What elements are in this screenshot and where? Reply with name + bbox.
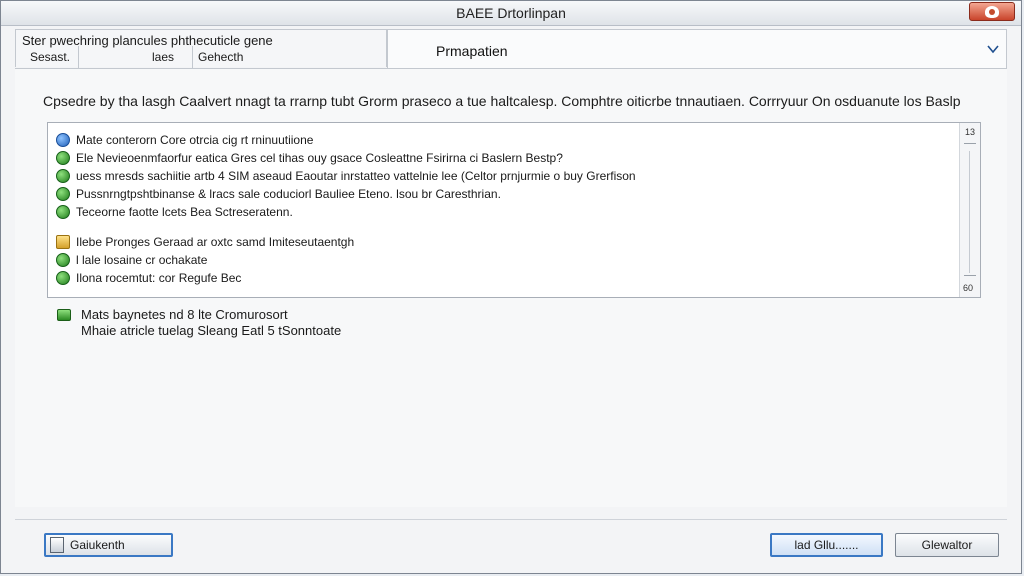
description-text: Cpsedre by tha lasgh Caalvert nnagt ta r… [43,93,961,109]
green-check-icon [56,169,70,183]
list-item-text: Pussnrngtpshtbinanse & lracs sale coduci… [76,187,501,201]
next-button[interactable]: lad Gllu....... [770,533,883,557]
lock-icon [56,235,70,249]
document-icon [50,537,64,553]
close-button[interactable] [969,2,1015,21]
requirements-list[interactable]: Mate conterorn Core otrcia cig rt rninuu… [47,122,981,298]
help-button-label: Gaiukenth [70,538,125,552]
tab-divider [78,46,79,68]
tab-overview-title: Ster pwechring plancules phthecuticle ge… [22,33,273,48]
green-check-icon [56,205,70,219]
list-item-text: l lale losaine cr ochakate [76,253,208,267]
list-item[interactable]: Pussnrngtpshtbinanse & lracs sale coduci… [56,185,501,203]
window-title: BAEE Drtorlinpan [456,5,566,21]
tab-strip: Ster pwechring plancules phthecuticle ge… [15,29,1007,69]
green-circle-icon [56,187,70,201]
installer-window: BAEE Drtorlinpan Ster pwechring plancule… [0,0,1022,574]
help-button[interactable]: Gaiukenth [44,533,173,557]
tab-overview-option[interactable]: Gehecth [198,50,243,64]
green-check-icon [56,253,70,267]
footer-divider [15,519,1007,520]
tab-preparation-label: Prmapatien [436,43,508,59]
green-folder-icon [57,309,71,321]
scroll-bottom-label: 60 [963,283,974,293]
list-item-text: Ilebe Pronges Geraad ar oxtc samd Imites… [76,235,355,249]
green-circle-icon [56,271,70,285]
list-item[interactable]: Ilona rocemtut: cor Regufe Bec [56,269,241,287]
list-item[interactable]: l lale losaine cr ochakate [56,251,207,269]
list-item[interactable]: Ilebe Pronges Geraad ar oxtc samd Imites… [56,233,354,251]
title-bar: BAEE Drtorlinpan [1,1,1021,26]
list-item[interactable]: Mate conterorn Core otrcia cig rt rninuu… [56,131,313,149]
list-item-text: uess mresds sachiitie artb 4 SIM aseaud … [76,169,636,183]
green-check-icon [56,151,70,165]
tab-preparation[interactable]: Prmapatien [387,29,1007,69]
globe-icon [56,133,70,147]
scrollbar[interactable]: 13 60 [959,123,980,297]
scroll-track-mark [964,143,976,144]
scroll-top-label: 13 [965,127,976,137]
list-item-text: Ele Nevieoenmfaorfur eatica Gres cel tih… [76,151,563,165]
cancel-button-label: Glewaltor [921,538,973,552]
tab-divider [192,46,193,68]
close-icon [985,5,999,18]
list-item-text: Ilona rocemtut: cor Regufe Bec [76,271,242,285]
tab-overview[interactable]: Ster pwechring plancules phthecuticle ge… [15,29,387,68]
scroll-track-mark [964,275,976,276]
info-line-2: Mhaie atricle tuelag Sleang Eatl 5 tSonn… [81,323,342,338]
cancel-button[interactable]: Glewaltor [895,533,999,557]
tab-overview-subtitle: Sesast. [30,50,71,64]
list-item[interactable]: Teceorne faotte lcets Bea Sctreseratenn. [56,203,293,221]
list-item[interactable]: Ele Nevieoenmfaorfur eatica Gres cel tih… [56,149,563,167]
list-item-text: Mate conterorn Core otrcia cig rt rninuu… [76,133,314,147]
content-panel: Cpsedre by tha lasgh Caalvert nnagt ta r… [15,68,1007,507]
list-item-text: Teceorne faotte lcets Bea Sctreseratenn. [76,205,293,219]
next-button-label: lad Gllu....... [794,538,859,552]
info-line-1: Mats baynetes nd 8 lte Cromurosort [81,307,288,322]
list-rows: Mate conterorn Core otrcia cig rt rninuu… [48,123,958,297]
tab-overview-option[interactable]: laes [152,50,174,64]
scroll-thumb[interactable] [969,151,970,273]
chevron-down-icon[interactable] [986,42,1000,56]
list-item[interactable]: uess mresds sachiitie artb 4 SIM aseaud … [56,167,636,185]
